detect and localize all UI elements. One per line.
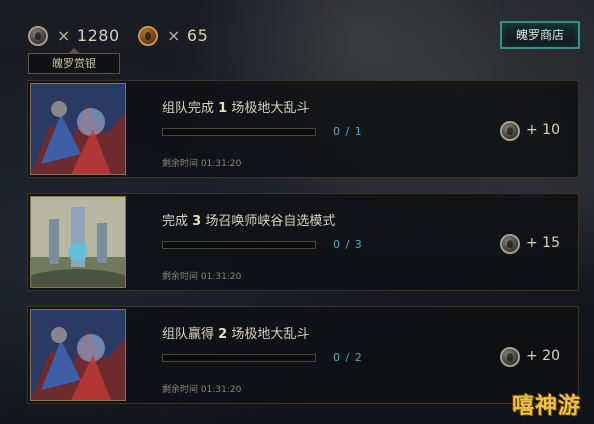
time-remaining: 剩余时间 01:31:20 — [162, 272, 242, 282]
bounty-tooltip: 魄罗赏银 — [28, 48, 120, 74]
aram-art-thumbnail — [30, 83, 126, 175]
store-button[interactable]: 魄罗商店 — [500, 21, 580, 49]
progress-bar — [162, 354, 316, 362]
reward-amount: + 20 — [526, 348, 560, 364]
progress-count: 0 / 1 — [333, 125, 363, 138]
silver-coin-icon — [500, 347, 520, 367]
time-remaining: 剩余时间 01:31:20 — [162, 385, 242, 395]
currency-bar: × 1280 × 65 魄罗赏银 魄罗商店 — [0, 0, 594, 78]
silver-coin-icon — [28, 26, 48, 46]
silver-coin-icon — [500, 121, 520, 141]
progress-bar — [162, 241, 316, 249]
silver-amount: 1280 — [76, 26, 120, 45]
time-remaining: 剩余时间 01:31:20 — [162, 159, 242, 169]
mission-title: 组队赢得 2 场极地大乱斗 — [162, 327, 310, 342]
reward-amount: + 15 — [526, 235, 560, 251]
progress-bar — [162, 128, 316, 136]
progress-count: 0 / 3 — [333, 238, 363, 251]
gold-coin-icon — [138, 26, 158, 46]
gold-amount: 65 — [186, 26, 209, 45]
mission-card: 完成 3 场召唤师峡谷自选模式 0 / 3 剩余时间 01:31:20 + 15 — [27, 193, 579, 291]
gold-balance: × 65 — [167, 26, 209, 45]
aram-art-thumbnail — [30, 309, 126, 401]
mission-card: 组队赢得 2 场极地大乱斗 0 / 2 剩余时间 01:31:20 + 20 — [27, 306, 579, 404]
summoners-rift-art-thumbnail — [30, 196, 126, 288]
silver-balance: × 1280 — [57, 26, 120, 45]
mission-title: 组队完成 1 场极地大乱斗 — [162, 101, 310, 116]
progress-count: 0 / 2 — [333, 351, 363, 364]
reward-amount: + 10 — [526, 122, 560, 138]
silver-coin-icon — [500, 234, 520, 254]
mission-card: 组队完成 1 场极地大乱斗 0 / 1 剩余时间 01:31:20 + 10 — [27, 80, 579, 178]
mission-title: 完成 3 场召唤师峡谷自选模式 — [162, 214, 336, 229]
site-watermark: 嘻神游 — [512, 394, 582, 419]
